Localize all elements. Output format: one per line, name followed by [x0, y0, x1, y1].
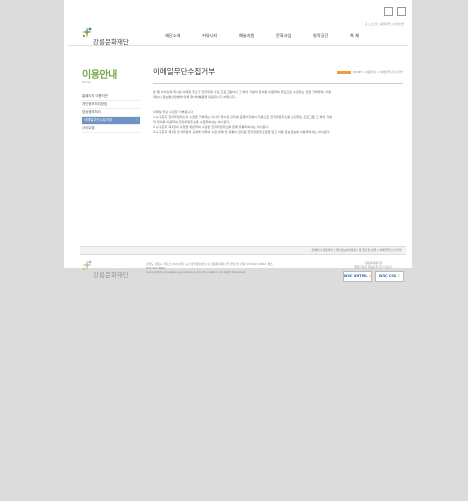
gnb-item[interactable]: 창작공간 — [313, 33, 350, 39]
gnb-item[interactable]: 축 제 — [350, 33, 387, 39]
footer-logo: 강릉문화재단 — [81, 259, 141, 279]
font-size-icon[interactable] — [397, 7, 406, 16]
footer-nav[interactable]: 홈페이지 이용약관 | 개인정보처리방침 | 웹 접근성 정책 | 이메일무단수… — [80, 246, 406, 255]
footer-logo-icon — [82, 260, 92, 271]
sidebar: 이용안내 Guide 홈페이지 이용약관 개인정보처리방침 영상정보처리 이메일… — [82, 66, 140, 133]
nav-divider — [68, 45, 408, 46]
intro-line: 위반시 정보통신망법에 의해 형사처벌됨을 유념하시기 바랍니다. — [153, 95, 236, 99]
badge-label: W3C CSS — [378, 273, 397, 278]
breadcrumb-text: HOME > 이용안내 > 이메일무단수집거부 — [352, 70, 403, 74]
title-divider — [153, 83, 403, 84]
home-icon[interactable] — [336, 70, 351, 74]
badge-group: W3C XHTML ✔ W3C CSS ✔ — [343, 271, 404, 282]
main-content: 이메일무단수집거부 HOME > 이용안내 > 이메일무단수집거부 본 웹 사이… — [153, 66, 403, 135]
law-text: 이메일 무단 수집할 거부합니다 1.누구든지 전자우편주소의 수집을 거부하는… — [153, 110, 403, 135]
breadcrumb: HOME > 이용안내 > 이메일무단수집거부 — [336, 70, 403, 74]
check-icon: ✔ — [368, 273, 372, 278]
w3c-css-badge[interactable]: W3C CSS ✔ — [375, 271, 404, 282]
footer-info: 강원도 강릉시 경강로 2021번길 (구) 명주예술마당 내 강릉문화재단(우… — [146, 262, 273, 274]
law-line: 3.누구든지 제1항 및 제2항의 규정에 의하여 수집·판매 및 유통이 금지… — [153, 130, 331, 134]
footer-certification: 강릉문화재단은 웹접근성과 웹표준을 준수합니다. W3C XHTML ✔ W3C… — [343, 261, 404, 282]
footer-copyright: Copyright by GangNeung Culture & Arts Fo… — [146, 270, 246, 274]
gnb-item[interactable]: 문화사업 — [276, 33, 313, 39]
intro-text: 본 웹 사이트에 게시된 이메일 주소가 전자우편 수집 프로그램이나 그 밖의… — [153, 90, 403, 100]
badge-label: W3C XHTML — [343, 273, 368, 278]
logo-icon — [82, 27, 92, 38]
gnb-item[interactable]: 재단소개 — [165, 33, 202, 39]
page-container: 홈 | 로그인 | 회원가입 | 사이트맵 강릉문화재단 재단소개 커뮤니티 예… — [64, 0, 412, 282]
sidebar-title: 이용안내 — [82, 70, 117, 81]
check-icon: ✔ — [397, 273, 401, 278]
sidebar-item-privacy[interactable]: 개인정보처리방침 — [82, 101, 140, 109]
main-nav: 재단소개 커뮤니티 예술지원 문화사업 창작공간 축 제 — [165, 33, 387, 39]
util-links[interactable]: 홈 | 로그인 | 회원가입 | 사이트맵 — [365, 22, 404, 26]
cert-line2: 웹접근성과 웹표준을 준수합니다. — [354, 264, 393, 269]
footer-logo-text: 강릉문화재단 — [93, 271, 129, 279]
sidebar-item-terms[interactable]: 홈페이지 이용약관 — [82, 93, 140, 101]
gnb-item[interactable]: 예술지원 — [239, 33, 276, 39]
top-icons — [382, 7, 406, 16]
gnb-item[interactable]: 커뮤니티 — [202, 33, 239, 39]
sidebar-item-sitemap[interactable]: 사이트맵 — [82, 125, 140, 133]
site-logo[interactable]: 강릉문화재단 — [81, 26, 141, 46]
sidebar-item-cctv[interactable]: 영상정보처리 — [82, 109, 140, 117]
sidebar-item-email-refusal[interactable]: 이메일무단수집거부 — [82, 117, 140, 125]
w3c-xhtml-badge[interactable]: W3C XHTML ✔ — [343, 271, 372, 282]
print-icon[interactable] — [384, 7, 394, 16]
